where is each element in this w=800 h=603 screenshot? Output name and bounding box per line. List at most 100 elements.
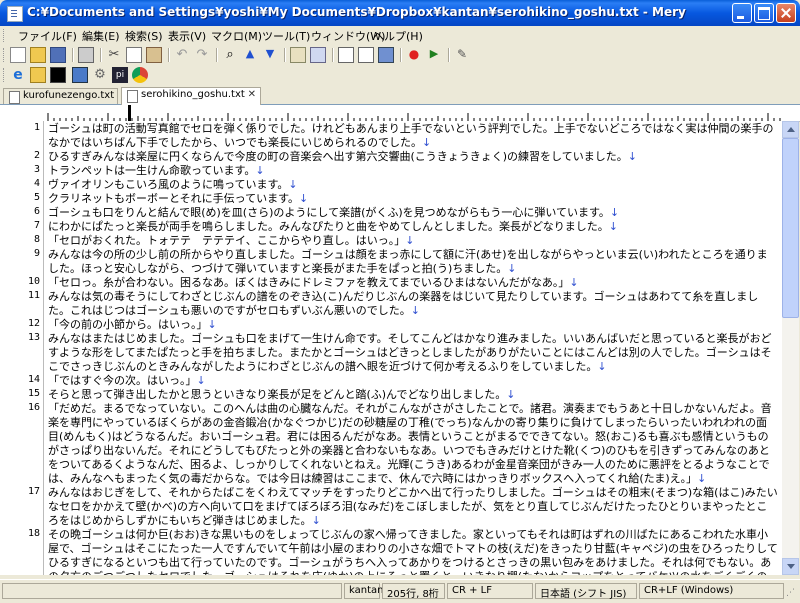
play-macro-icon[interactable]: ▶ bbox=[426, 47, 442, 63]
maximize-button[interactable] bbox=[754, 3, 774, 23]
newline-mark-icon: ↓ bbox=[422, 136, 432, 149]
line-text: みんなはおじぎをして、それからたばこをくわえてマッチをすったりどこかへ出て行った… bbox=[48, 486, 778, 527]
editor-line[interactable]: ヴァイオリンもこいろ風のように鳴っています。↓ bbox=[48, 178, 778, 192]
folder-icon[interactable] bbox=[30, 67, 46, 83]
vertical-scrollbar[interactable] bbox=[782, 121, 799, 575]
record-macro-icon[interactable]: ● bbox=[406, 47, 422, 63]
editor-line[interactable]: 「セロっ。糸が合わない。困るなあ。ぼくはきみにドレミファを教えてまでいるひまはな… bbox=[48, 276, 778, 290]
line-number: 16 bbox=[27, 402, 40, 413]
newline-mark-icon: ↓ bbox=[609, 206, 620, 219]
line-text: ゴーシュは町の活動写真館でセロを弾く係りでした。けれどもあんまり上手でないという… bbox=[48, 122, 774, 149]
newline-mark-icon: ↓ bbox=[608, 220, 618, 233]
line-text: クラリネットもボーボーとそれに手伝っています。 bbox=[48, 192, 300, 205]
newline-mark-icon: ↓ bbox=[507, 262, 517, 275]
newline-mark-icon: ↓ bbox=[627, 150, 637, 163]
toolbar-grip[interactable] bbox=[3, 29, 6, 42]
pdf-icon[interactable]: pi bbox=[112, 67, 128, 83]
menu-search[interactable]: 検索(S) bbox=[125, 28, 163, 44]
editor-line[interactable]: みんなはまたはじめました。ゴーシュも口をまげて一生けん命です。そしてこんどはかな… bbox=[48, 332, 778, 374]
split-icon[interactable] bbox=[378, 47, 394, 63]
editor-line[interactable]: ひるすぎみんなは楽屋に円くならんで今度の町の音楽会へ出す第六交響曲(こうきょうき… bbox=[48, 150, 778, 164]
newline-mark-icon: ↓ bbox=[597, 360, 607, 373]
editor-line[interactable]: 「ではすぐ今の次。はいっ。」↓ bbox=[48, 374, 778, 388]
menu-tools[interactable]: ツール(T) bbox=[262, 28, 310, 44]
tab-serohikino-goshu[interactable]: serohikino_goshu.txt ✕ bbox=[121, 87, 261, 105]
chrome-icon[interactable] bbox=[132, 67, 148, 83]
editor-line[interactable]: ゴーシュは町の活動写真館でセロを弾く係りでした。けれどもあんまり上手でないという… bbox=[48, 122, 778, 150]
minimize-button[interactable] bbox=[732, 3, 752, 23]
menu-view[interactable]: 表示(V) bbox=[168, 28, 206, 44]
line-text: ゴーシュも口をりんと結んで眼(め)を皿(さら)のようにして楽譜(がくふ)を見つめ… bbox=[48, 206, 610, 219]
editor-line[interactable]: みんなは気の毒そうにしてわざとじぶんの譜をのぞき込(こ)んだりじぶんの楽器をはじ… bbox=[48, 290, 778, 318]
editor-line[interactable]: そらと思って弾き出したかと思うといきなり楽長が足をどんと踏(ふ)んでどなり出しま… bbox=[48, 388, 778, 402]
resize-grip-icon[interactable]: ⋰ bbox=[786, 588, 798, 600]
newline-mark-icon: ↓ bbox=[207, 318, 217, 331]
line-text: 「ではすぐ今の次。はいっ。」 bbox=[48, 374, 197, 387]
ruler bbox=[0, 105, 800, 122]
toolbar-separator bbox=[216, 48, 218, 62]
redo-icon[interactable]: ↷ bbox=[194, 47, 210, 63]
menu-macro[interactable]: マクロ(M) bbox=[211, 28, 262, 44]
toolbar-separator bbox=[400, 48, 402, 62]
editor-line[interactable]: にわかにぱたっと楽長が両手を鳴らしました。みんなぴたりと曲をやめてしんとしました… bbox=[48, 220, 778, 234]
undo-icon[interactable]: ↶ bbox=[174, 47, 190, 63]
ie-icon[interactable]: e bbox=[10, 67, 26, 83]
line-number: 14 bbox=[27, 374, 40, 385]
title-bar[interactable]: C:¥Documents and Settings¥yoshi¥My Docum… bbox=[0, 0, 800, 26]
scroll-down-button[interactable] bbox=[782, 558, 799, 575]
editor-line[interactable]: みんなはおじぎをして、それからたばこをくわえてマッチをすったりどこかへ出て行った… bbox=[48, 486, 778, 528]
menu-help[interactable]: ヘルプ(H) bbox=[373, 28, 423, 44]
find-icon[interactable]: ⌕ bbox=[222, 47, 238, 63]
line-number: 11 bbox=[27, 290, 40, 301]
tab-label: kurofunezengo.txt bbox=[23, 90, 115, 101]
line-number: 10 bbox=[27, 276, 40, 287]
find-next-icon[interactable]: ▼ bbox=[262, 47, 278, 63]
tab-kurofunezengo[interactable]: kurofunezengo.txt bbox=[3, 88, 118, 104]
scroll-up-button[interactable] bbox=[782, 121, 799, 138]
line-number: 4 bbox=[33, 178, 40, 189]
menu-edit[interactable]: 編集(E) bbox=[82, 28, 120, 44]
toolbar-separator bbox=[284, 48, 286, 62]
copy-icon[interactable] bbox=[126, 47, 142, 63]
line-number: 3 bbox=[33, 164, 40, 175]
tool-icon[interactable]: ✎ bbox=[454, 47, 470, 63]
editor-line[interactable]: クラリネットもボーボーとそれに手伝っています。↓ bbox=[48, 192, 778, 206]
line-text: にわかにぱたっと楽長が両手を鳴らしました。みんなぴたりと曲をやめてしんとしました… bbox=[48, 220, 609, 233]
editor-line[interactable]: その晩ゴーシュは何か巨(おお)きな黒いものをしょってじぶんの家へ帰ってきました。… bbox=[48, 528, 778, 575]
scroll-thumb[interactable] bbox=[782, 138, 799, 318]
command-prompt-icon[interactable] bbox=[50, 67, 66, 83]
new-file-icon[interactable] bbox=[10, 47, 26, 63]
line-number: 6 bbox=[33, 206, 40, 217]
toolbar-grip[interactable] bbox=[3, 48, 6, 62]
cut-icon[interactable]: ✂ bbox=[106, 47, 122, 63]
editor-line[interactable]: ゴーシュも口をりんと結んで眼(め)を皿(さら)のようにして楽譜(がくふ)を見つめ… bbox=[48, 206, 778, 220]
editor-line[interactable]: 「セロがおくれた。トォテテ テテテイ、ここからやり直し。はいっ。」↓ bbox=[48, 234, 778, 248]
find-previous-icon[interactable]: ▲ bbox=[242, 47, 258, 63]
window-icon[interactable] bbox=[358, 47, 374, 63]
tab-close-icon[interactable]: ✕ bbox=[248, 89, 256, 100]
line-number: 15 bbox=[27, 388, 40, 399]
replace-icon[interactable] bbox=[290, 47, 306, 63]
editor-line[interactable]: 「今の前の小節から。はいっ。」↓ bbox=[48, 318, 778, 332]
newline-mark-icon: ↓ bbox=[405, 234, 415, 247]
editor-line[interactable]: みんなは今の所の少し前の所からやり直しました。ゴーシュは顔をまっ赤にして額に汗(… bbox=[48, 248, 778, 276]
settings-icon[interactable]: ⚙ bbox=[92, 67, 108, 83]
save-icon[interactable] bbox=[50, 47, 66, 63]
paste-icon[interactable] bbox=[146, 47, 162, 63]
notepad-icon[interactable] bbox=[72, 67, 88, 83]
line-text: 「セロっ。糸が合わない。困るなあ。ぼくはきみにドレミファを教えてまでいるひまはな… bbox=[48, 276, 570, 289]
text-editor[interactable]: 1 2 3 4 5 6 7 8 9 10 11 12 13 14 15 16 17 18 ゴーシュは町の活動写真館… bbox=[0, 121, 782, 575]
editor-line[interactable]: トランペットは一生けん命歌っています。↓ bbox=[48, 164, 778, 178]
jump-icon[interactable] bbox=[310, 47, 326, 63]
word-wrap-icon[interactable] bbox=[338, 47, 354, 63]
close-button[interactable] bbox=[776, 3, 796, 23]
line-text: 「セロがおくれた。トォテテ テテテイ、ここからやり直し。はいっ。」 bbox=[48, 234, 406, 247]
editor-line[interactable]: 「だめだ。まるでなっていない。このへんは曲の心臓なんだ。それがこんながさがさした… bbox=[48, 402, 778, 486]
menu-file[interactable]: ファイル(F) bbox=[18, 28, 77, 44]
newline-mark-icon: ↓ bbox=[506, 388, 516, 401]
toolbar-grip[interactable] bbox=[3, 68, 6, 82]
print-icon[interactable] bbox=[78, 47, 94, 63]
app-icon[interactable] bbox=[7, 6, 23, 22]
open-file-icon[interactable] bbox=[30, 47, 46, 63]
newline-mark-icon: ↓ bbox=[311, 514, 321, 527]
